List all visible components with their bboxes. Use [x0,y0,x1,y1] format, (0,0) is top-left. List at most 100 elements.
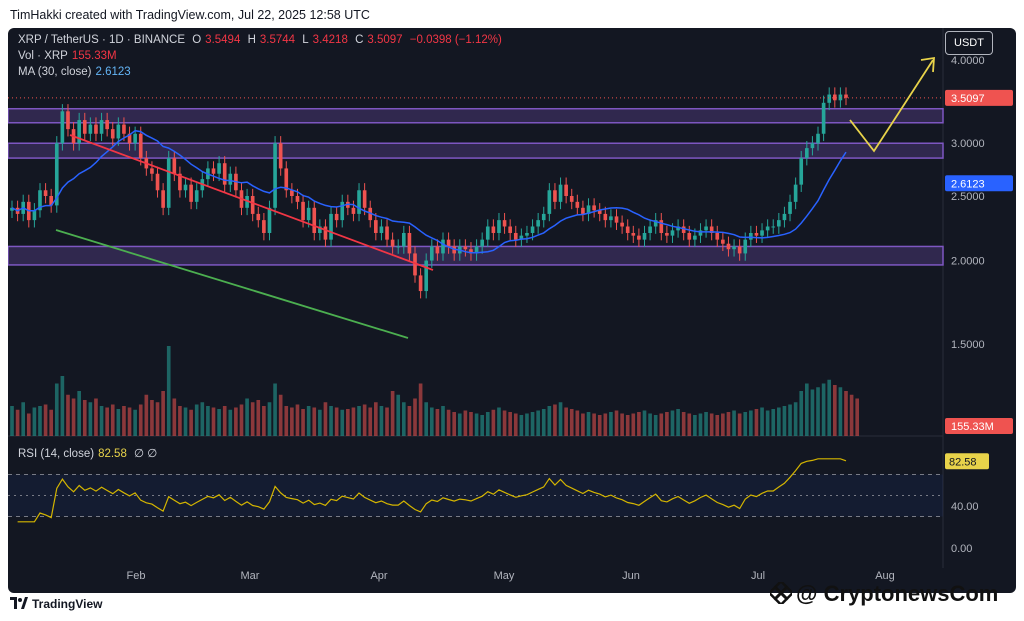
volume-bar [273,383,277,436]
candle-body [334,213,339,221]
volume-bar [497,407,501,436]
volume-bar [693,415,697,436]
low-value: 3.4218 [312,34,348,46]
volume-bar [385,407,389,436]
volume-bar [351,407,356,436]
candle-body [592,205,596,211]
watermark-icon [770,582,792,604]
tradingview-logo[interactable]: TradingView [10,597,102,611]
candle-body [273,143,277,208]
candle-body [760,230,764,236]
volume-bar [536,410,540,436]
volume-bar [49,409,54,436]
candle-body [777,220,781,227]
candle-body [99,120,104,134]
volume-bar [26,413,31,436]
volume-bar [637,412,641,436]
candle-body [737,246,742,254]
symbol-label[interactable]: XRP / TetherUS · 1D · BINANCE [18,34,185,46]
rsi-value: 82.58 [98,448,127,460]
volume-bar [732,410,736,436]
price-tick-label: 1.5000 [951,339,985,351]
time-tick-label: Jul [751,570,765,582]
volume-bar [161,391,165,436]
volume-bar [424,402,429,436]
candle-body [793,184,798,202]
candle-body [217,163,221,174]
candle-body [82,120,87,134]
candle-body [390,239,395,247]
volume-bar [586,412,591,436]
rsi-label[interactable]: RSI (14, close) [18,448,94,460]
volume-bar [581,413,585,436]
candle-body [183,184,188,191]
volume-bar [609,412,613,436]
rsi-legend: RSI (14, close) 82.58 ∅ ∅ [18,446,161,460]
volume-bar [446,409,451,436]
volume-bar [804,383,809,436]
volume-bar [54,383,59,436]
volume-bar [127,407,132,436]
candle-body [804,148,809,159]
volume-bar [222,406,227,436]
currency-button[interactable]: USDT [945,31,993,55]
candle-body [693,235,697,240]
candle-body [749,232,753,240]
high-label: H [247,34,256,46]
candle-body [228,173,233,185]
volume-bar [38,406,42,436]
volume-bar [290,407,294,436]
volume-label[interactable]: Vol · XRP [18,50,68,62]
candle-body [575,201,580,208]
volume-bar [782,406,787,436]
volume-bar [777,407,781,436]
candle-body [374,220,378,233]
candle-body [743,239,748,254]
candle-body [536,220,540,227]
candle-body [211,168,216,174]
volume-bar [262,406,266,436]
candle-body [150,168,154,174]
volume-bar [525,413,529,436]
volume-bar [15,409,20,436]
rsi-extra: ∅ ∅ [134,448,158,460]
volume-bar [306,406,311,436]
volume-bar [301,409,305,436]
candle-body [625,226,630,233]
volume-bar [250,402,255,436]
volume-bar [491,409,496,436]
candle-body [385,226,389,240]
candle-body [32,210,37,221]
price-tick-label: 3.0000 [951,138,985,150]
change-value: −0.0398 (−1.12%) [409,34,502,46]
candle-body [110,129,115,139]
volume-bar [138,404,143,436]
candle-body [541,213,546,221]
volume-bar [278,394,283,436]
volume-bar [474,413,479,436]
candle-body [424,260,429,292]
time-tick-label: Jun [622,570,640,582]
volume-bar [469,412,473,436]
volume-bar [60,376,65,436]
candle-body [491,226,496,233]
volume-bar [155,402,160,436]
volume-bar [816,387,820,436]
volume-bar [648,413,652,436]
chart-panel[interactable]: 4.00003.00002.50002.00001.50001.0000FebM… [8,28,1016,593]
volume-bar [737,413,742,436]
ma-label[interactable]: MA (30, close) [18,66,92,78]
candle-body [525,232,529,236]
close-label: C [355,34,364,46]
chart-credit-bar: TimHakki created with TradingView.com, J… [0,0,1024,28]
volume-bar [564,407,568,436]
candle-body [530,226,535,233]
volume-bar [200,402,205,436]
volume-bar [508,412,512,436]
volume-bar [827,379,832,436]
candle-body [94,124,98,134]
price-chart[interactable]: 4.00003.00002.50002.00001.50001.0000FebM… [8,28,1016,593]
volume-bar [821,383,826,436]
volume-bar [704,412,708,436]
candle-body [166,158,171,208]
